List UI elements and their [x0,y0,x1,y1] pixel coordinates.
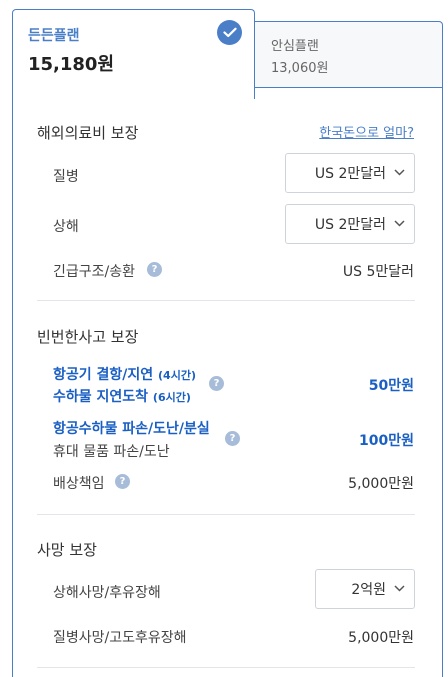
tab-ansim-plan[interactable]: 안심플랜 13,060원 [254,21,443,88]
injury-coverage-select[interactable]: US 2만달러 [285,204,415,244]
selected-plan-name: 든든플랜 [28,28,80,44]
section-divider [37,514,415,515]
illness-death-value: 5,000만원 [348,630,414,646]
rescue-label: 긴급구조/송환 [53,264,135,280]
baggage-delay-line2: 수하물 지연도착 [53,389,149,405]
selected-plan-price: 15,180원 [28,54,115,75]
help-icon[interactable]: ? [147,262,162,277]
baggage-delay-note: (6시간) [152,391,191,404]
chevron-down-icon [394,585,405,592]
flight-delay-line1: 항공기 결항/지연 [53,367,154,383]
help-icon[interactable]: ? [209,376,224,391]
baggage-loss-label: 항공수하물 파손/도난/분실 [53,421,210,437]
injury-death-value: 2억원 [351,582,386,598]
personal-belongings-label: 휴대 물품 파손/도난 [53,444,170,460]
flight-delay-label: 항공기 결항/지연 (4시간) [53,364,196,384]
other-plan-name: 안심플랜 [271,39,319,54]
flight-delay-value: 50만원 [368,378,414,394]
injury-death-select[interactable]: 2억원 [315,569,415,609]
injury-death-label: 상해사망/후유장해 [53,585,161,601]
rescue-value: US 5만달러 [342,264,414,280]
illness-coverage-select[interactable]: US 2만달러 [285,153,415,193]
flight-delay-note: (4시간) [158,369,196,382]
frequent-accidents-title: 빈번한사고 보장 [37,328,139,346]
liability-label: 배상책임 [53,476,105,492]
section-divider [37,667,415,668]
overseas-medical-title: 해외의료비 보장 [37,124,139,142]
baggage-delay-label: 수하물 지연도착 (6시간) [53,386,191,406]
illness-coverage-value: US 2만달러 [314,166,386,182]
injury-label: 상해 [53,219,79,235]
death-coverage-title: 사망 보장 [37,541,97,559]
help-icon[interactable]: ? [225,431,240,446]
currency-convert-link[interactable]: 한국돈으로 얼마? [319,122,414,141]
injury-coverage-value: US 2만달러 [314,217,386,233]
chevron-down-icon [394,220,405,227]
help-icon[interactable]: ? [115,474,130,489]
check-icon [217,20,242,45]
section-divider [37,300,415,301]
liability-value: 5,000만원 [348,476,414,492]
chevron-down-icon [394,169,405,176]
baggage-loss-value: 100만원 [359,433,414,449]
tab-dundun-plan[interactable]: 든든플랜 15,180원 [12,9,255,99]
illness-label: 질병 [53,169,79,185]
illness-death-label: 질병사망/고도후유장해 [53,630,187,646]
other-plan-price: 13,060원 [271,61,329,76]
